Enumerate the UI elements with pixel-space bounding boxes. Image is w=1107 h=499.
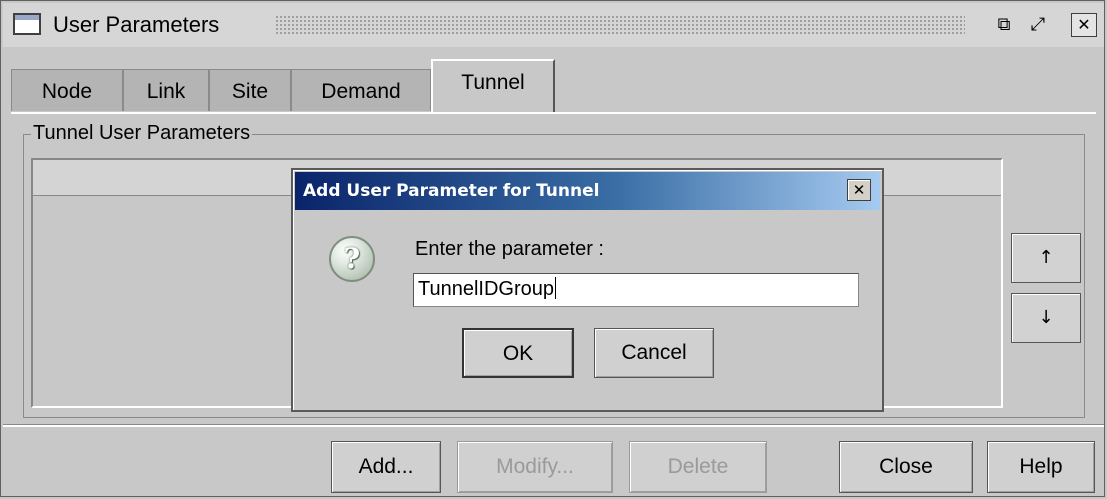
window-icon (13, 13, 41, 35)
parameter-prompt: Enter the parameter : (415, 238, 604, 260)
add-user-parameter-dialog: Add User Parameter for Tunnel ✕ ? Enter … (291, 168, 884, 412)
tab-node[interactable]: Node (11, 69, 123, 111)
add-button[interactable]: Add... (331, 441, 441, 493)
title-bar-drag-area[interactable] (275, 15, 965, 35)
close-button[interactable]: Close (839, 441, 973, 493)
window-title: User Parameters (53, 12, 220, 37)
dialog-title-bar[interactable]: Add User Parameter for Tunnel (295, 172, 880, 210)
move-up-button[interactable]: ↑ (1011, 233, 1081, 283)
cancel-button[interactable]: Cancel (594, 328, 714, 378)
parameter-input[interactable]: TunnelIDGroup (413, 273, 859, 307)
tab-tunnel[interactable]: Tunnel (431, 59, 555, 112)
question-icon: ? (329, 236, 375, 282)
tab-divider (11, 112, 1096, 114)
group-title: Tunnel User Parameters (31, 122, 253, 145)
minimize-icon[interactable]: ⧉ (991, 13, 1017, 37)
ok-button[interactable]: OK (462, 328, 574, 378)
delete-button[interactable]: Delete (629, 441, 767, 493)
tab-demand[interactable]: Demand (291, 69, 431, 111)
title-bar[interactable]: User Parameters ⧉ ⤢ ✕ (3, 3, 1104, 47)
tab-site[interactable]: Site (209, 69, 291, 111)
button-bar-highlight (3, 425, 1104, 427)
maximize-icon[interactable]: ⤢ (1025, 13, 1051, 37)
dialog-close-icon[interactable]: ✕ (847, 179, 871, 201)
parameter-input-value: TunnelIDGroup (418, 278, 554, 300)
help-button[interactable]: Help (987, 441, 1095, 493)
close-window-icon[interactable]: ✕ (1071, 13, 1097, 37)
tab-link[interactable]: Link (123, 69, 209, 111)
modify-button[interactable]: Modify... (457, 441, 613, 493)
user-parameters-window: User Parameters ⧉ ⤢ ✕ Node Link Site Dem… (0, 0, 1105, 497)
move-down-button[interactable]: ↓ (1011, 293, 1081, 343)
dialog-title: Add User Parameter for Tunnel (303, 181, 600, 201)
text-caret (555, 277, 556, 299)
